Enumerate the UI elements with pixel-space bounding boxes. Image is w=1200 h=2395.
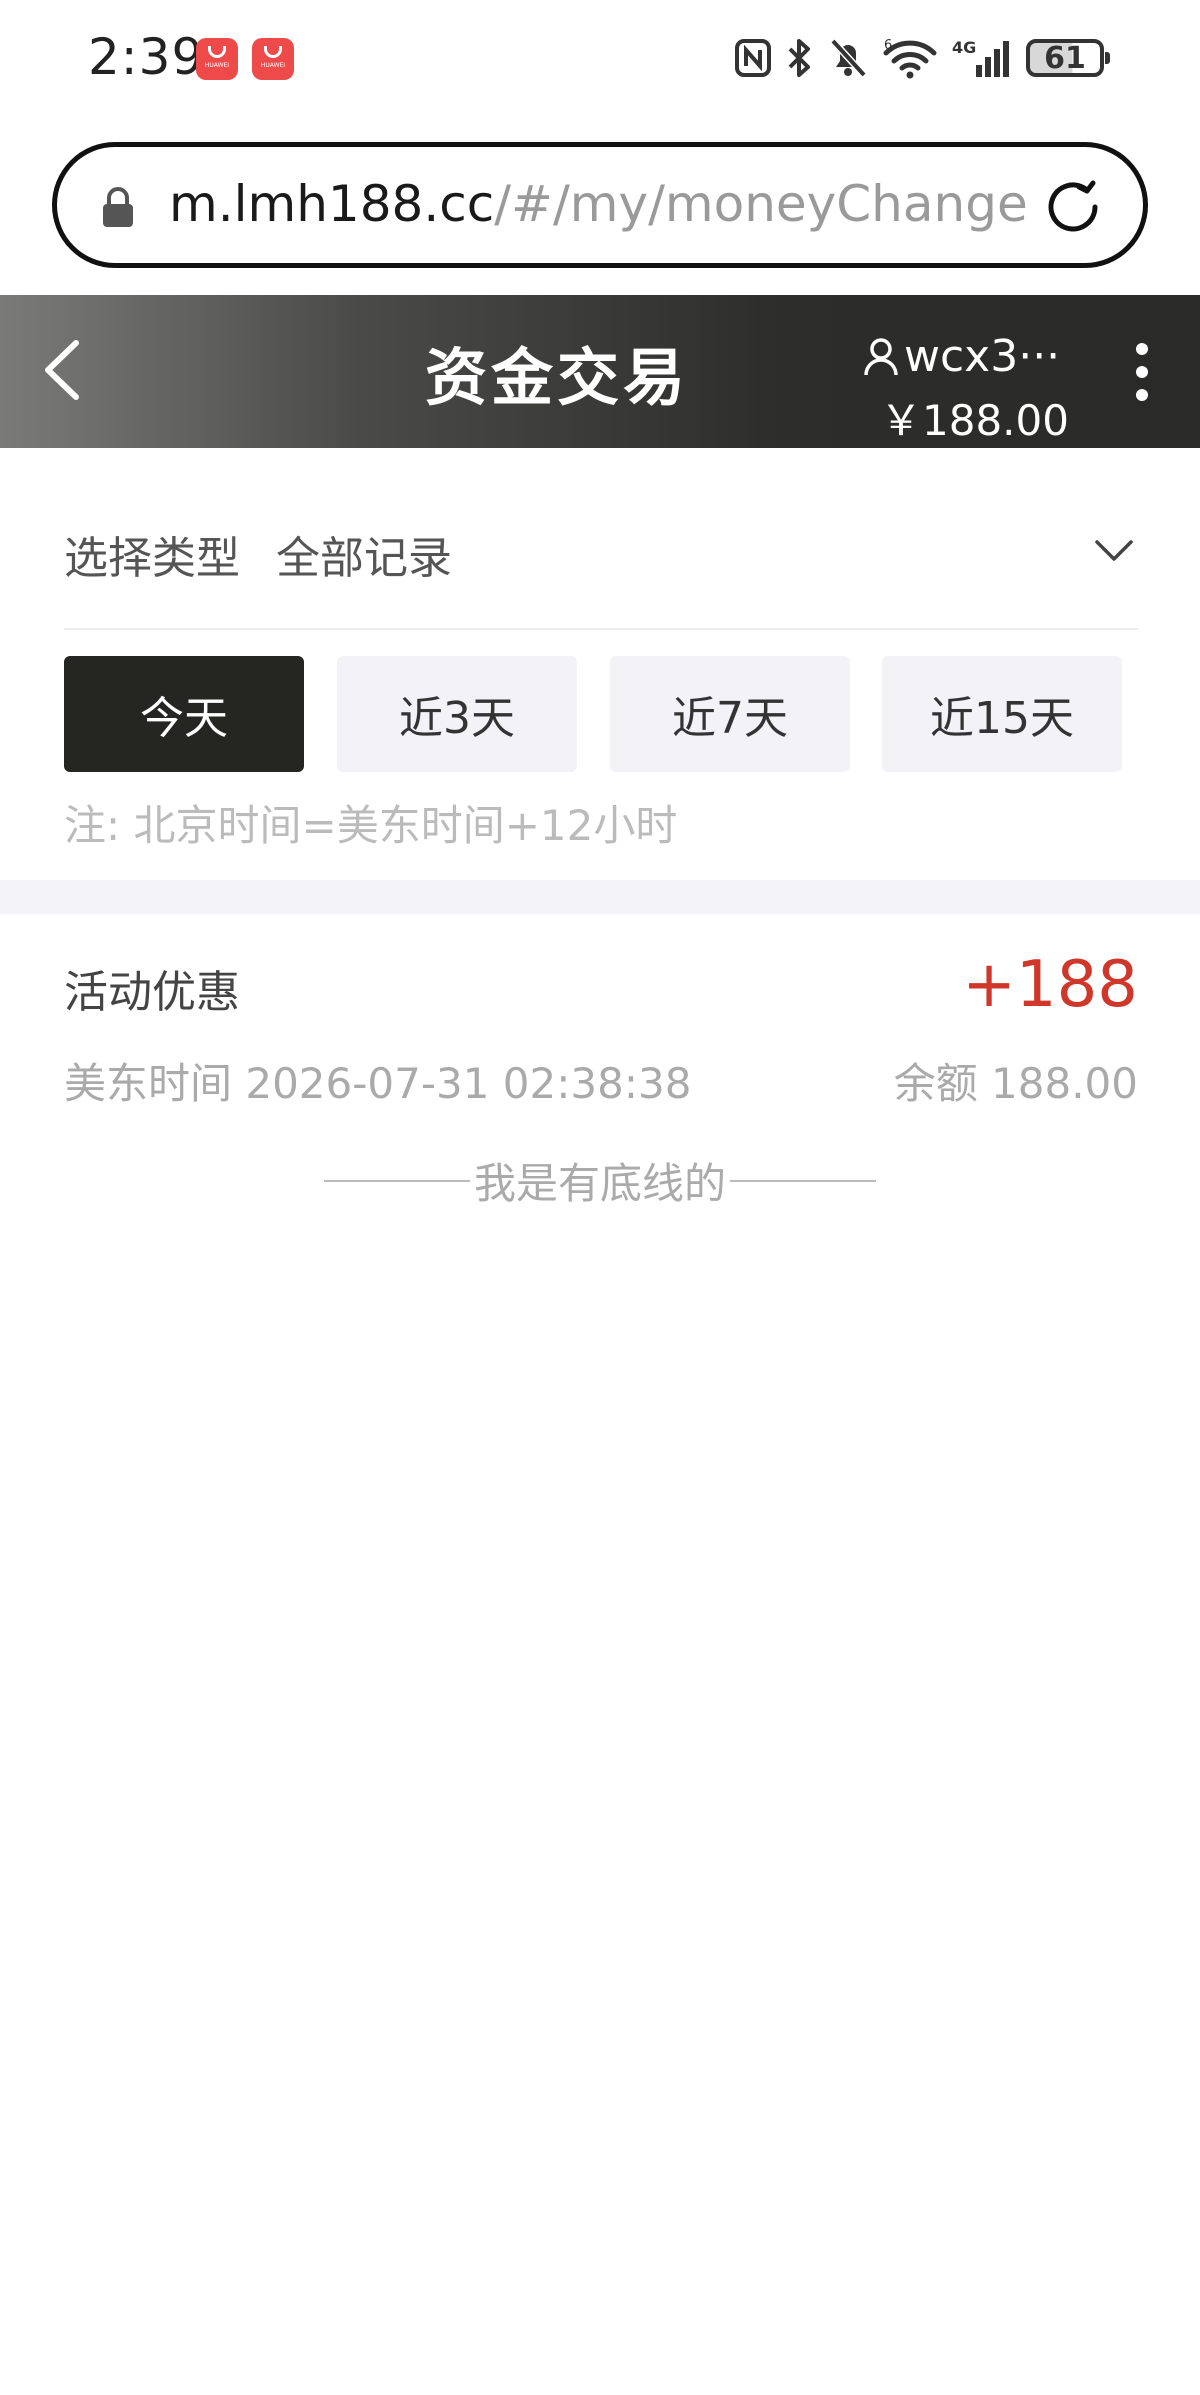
nfc-icon (735, 39, 771, 77)
status-time: 2:39 (88, 28, 205, 86)
more-vertical-icon[interactable] (1130, 339, 1154, 405)
record-time: 美东时间 2026-07-31 02:38:38 (64, 1059, 692, 1108)
type-value: 全部记录 (276, 533, 452, 584)
record-type: 活动优惠 (64, 967, 240, 1018)
tab-last-7-days[interactable]: 近7天 (610, 656, 850, 772)
header-balance: ￥188.00 (880, 396, 1069, 445)
bluetooth-icon (788, 39, 810, 77)
username: wcx3··· (904, 331, 1061, 382)
divider-line (730, 1179, 876, 1182)
signal-4g-icon: 4G (952, 38, 1009, 77)
date-range-tabs: 今天 近3天 近7天 近15天 (64, 656, 1138, 774)
end-of-list: 我是有底线的 (0, 1150, 1200, 1211)
huawei-appgallery-icon: HUAWEI (196, 38, 238, 80)
status-icons: 6 4G 61 (734, 30, 1110, 86)
refresh-icon[interactable] (1041, 175, 1105, 239)
record-amount: +188 (962, 948, 1138, 1022)
tab-today[interactable]: 今天 (64, 656, 304, 772)
bell-muted-icon (830, 38, 867, 78)
address-bar[interactable]: m.lmh188.cc/#/my/moneyChange (52, 142, 1148, 268)
divider-line (323, 1179, 470, 1182)
url-host: m.lmh188.cc (169, 175, 495, 233)
list-item[interactable]: 活动优惠 +188 美东时间 2026-07-31 02:38:38 余额 18… (64, 940, 1138, 1120)
url-path: /#/my/moneyChange (494, 175, 1028, 233)
page-header: 资金交易 wcx3··· ￥188.00 (0, 295, 1200, 448)
section-divider (0, 880, 1200, 914)
wifi-icon: 6 (883, 38, 937, 79)
type-label: 选择类型 (64, 533, 240, 584)
huawei-appgallery-icon: HUAWEI (252, 38, 294, 80)
tab-last-3-days[interactable]: 近3天 (337, 656, 577, 772)
timezone-note: 注: 北京时间=美东时间+12小时 (64, 801, 678, 850)
user-info[interactable]: wcx3··· (864, 331, 1060, 382)
type-selector[interactable]: 选择类型 全部记录 (64, 500, 1138, 630)
user-icon (864, 337, 898, 375)
lock-icon (103, 187, 133, 227)
battery-level: 61 (1044, 40, 1086, 76)
tab-last-15-days[interactable]: 近15天 (882, 656, 1122, 772)
url-text[interactable]: m.lmh188.cc/#/my/moneyChange (169, 175, 1028, 233)
record-balance: 余额 188.00 (893, 1059, 1138, 1108)
chevron-down-icon[interactable] (1094, 538, 1134, 564)
status-bar: 2:39 HUAWEI HUAWEI 6 4G 61 (0, 0, 1200, 120)
svg-text:6: 6 (884, 38, 892, 53)
end-of-list-text: 我是有底线的 (473, 1159, 726, 1208)
svg-text:4G: 4G (952, 38, 976, 57)
battery-indicator: 61 (1026, 39, 1110, 77)
